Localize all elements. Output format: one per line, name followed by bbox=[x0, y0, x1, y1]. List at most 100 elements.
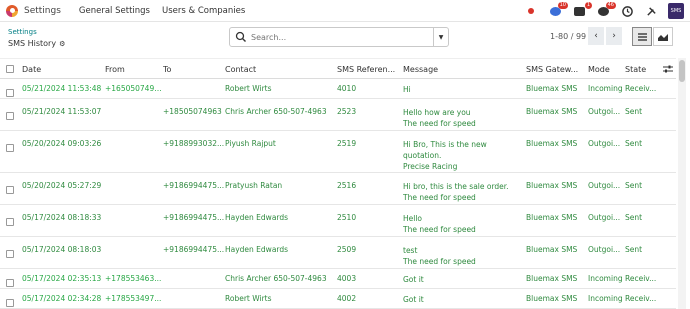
column-sms-gateway[interactable]: SMS Gatew... bbox=[526, 58, 588, 79]
cell-date: 05/21/2024 11:53:07 bbox=[22, 107, 102, 116]
chat-icon[interactable]: 46 bbox=[596, 2, 616, 18]
cell-mode: Incoming bbox=[588, 84, 623, 93]
message-line: test bbox=[403, 246, 418, 255]
cell-date: 05/21/2024 11:53:48 bbox=[22, 84, 102, 93]
clock-icon[interactable] bbox=[620, 4, 634, 18]
message-signature: The need for speed bbox=[403, 193, 476, 202]
cell-state: Receiv... bbox=[625, 274, 657, 283]
cell-message: Hi Bro, This is the new quotation. Precis… bbox=[403, 131, 526, 173]
cell-mode: Outgoi... bbox=[588, 213, 621, 222]
cell-message: Got it bbox=[403, 289, 526, 309]
search-dropdown-toggle[interactable]: ▼ bbox=[433, 28, 448, 46]
cell-from bbox=[105, 131, 163, 173]
breadcrumb-parent[interactable]: Settings bbox=[8, 28, 37, 36]
column-mode[interactable]: Mode bbox=[588, 58, 625, 79]
row-checkbox[interactable] bbox=[6, 299, 14, 307]
sms-badge: 10 bbox=[557, 2, 568, 9]
status-dot-icon[interactable] bbox=[524, 4, 538, 18]
sms-icon[interactable]: 10 bbox=[548, 2, 568, 18]
message-signature: The need for speed bbox=[403, 225, 476, 234]
cell-sms-gateway: Bluemax SMS bbox=[526, 107, 578, 116]
gear-icon[interactable]: ⚙ bbox=[59, 40, 65, 48]
message-signature: Precise Racing bbox=[403, 162, 458, 171]
inbox-icon[interactable]: 1 bbox=[572, 2, 592, 18]
cell-from bbox=[105, 99, 163, 131]
cell-contact: Hayden Edwards bbox=[225, 245, 289, 254]
tools-icon[interactable] bbox=[644, 4, 658, 18]
row-checkbox[interactable] bbox=[6, 186, 14, 194]
row-checkbox[interactable] bbox=[6, 144, 14, 152]
column-from[interactable]: From bbox=[105, 58, 163, 79]
cell-sms-reference: 2523 bbox=[337, 107, 357, 116]
column-state[interactable]: State bbox=[625, 58, 663, 79]
cell-date: 05/20/2024 09:03:26 bbox=[22, 139, 102, 148]
cell-state: Sent bbox=[625, 213, 643, 222]
row-checkbox[interactable] bbox=[6, 279, 14, 287]
table-row[interactable]: 05/17/2024 08:18:33 +9186994475... Hayde… bbox=[0, 205, 676, 237]
chevron-right-icon: › bbox=[612, 31, 616, 41]
avatar[interactable]: SMS bbox=[668, 3, 684, 19]
cell-sms-reference: 4003 bbox=[337, 274, 357, 283]
area-chart-icon bbox=[658, 33, 668, 41]
select-all-checkbox[interactable] bbox=[6, 65, 14, 73]
cell-contact: Robert Wirts bbox=[225, 84, 272, 93]
column-to[interactable]: To bbox=[163, 58, 225, 79]
table-row[interactable]: 05/20/2024 09:03:26 +9188993032... Piyus… bbox=[0, 131, 676, 173]
column-contact[interactable]: Contact bbox=[225, 58, 337, 79]
cell-state: Sent bbox=[625, 181, 643, 190]
vertical-scrollbar[interactable] bbox=[678, 58, 686, 309]
cell-sms-gateway: Bluemax SMS bbox=[526, 294, 578, 303]
cell-message: Hi bbox=[403, 79, 526, 99]
topnav-general-settings[interactable]: General Settings bbox=[79, 6, 150, 16]
cell-message: Hello The need for speed bbox=[403, 205, 526, 237]
cell-to: +18505074963 bbox=[163, 107, 222, 116]
table-row[interactable]: 05/20/2024 05:27:29 +9186994475... Praty… bbox=[0, 173, 676, 205]
pager-next-button[interactable]: › bbox=[606, 27, 622, 45]
table-header: Date From To Contact SMS Referen... Mess… bbox=[0, 58, 676, 79]
cell-contact: Piyush Rajput bbox=[225, 139, 276, 148]
column-message[interactable]: Message bbox=[403, 58, 526, 79]
table-row[interactable]: 05/21/2024 11:53:48 +16505074963 Robert … bbox=[0, 79, 676, 99]
search-input[interactable] bbox=[251, 32, 431, 42]
pager-previous-button[interactable]: ‹ bbox=[588, 27, 604, 45]
message-line: Hi Bro, This is the new quotation. bbox=[403, 140, 487, 160]
cell-contact: Hayden Edwards bbox=[225, 213, 289, 222]
cell-mode: Incoming bbox=[588, 294, 623, 303]
message-signature: The need for speed bbox=[403, 257, 476, 266]
caret-down-icon: ▼ bbox=[438, 33, 444, 41]
optional-columns-toggle[interactable] bbox=[663, 58, 676, 79]
scrollbar-thumb[interactable] bbox=[679, 60, 685, 82]
cell-mode: Outgoi... bbox=[588, 245, 621, 254]
row-checkbox[interactable] bbox=[6, 218, 14, 226]
list-view-button[interactable] bbox=[632, 27, 652, 46]
column-sms-reference[interactable]: SMS Referen... bbox=[337, 58, 403, 79]
table-row[interactable]: 05/17/2024 02:35:13 +178553463... Chris … bbox=[0, 269, 676, 289]
cell-message: test The need for speed bbox=[403, 237, 526, 269]
graph-view-button[interactable] bbox=[653, 27, 673, 46]
cell-sms-gateway: Bluemax SMS bbox=[526, 213, 578, 222]
pager-value[interactable]: 1-80 / 99 bbox=[550, 32, 586, 41]
cell-message: Got it bbox=[403, 269, 526, 289]
row-checkbox[interactable] bbox=[6, 250, 14, 258]
message-line: Got it bbox=[403, 275, 424, 284]
row-checkbox[interactable] bbox=[6, 112, 14, 120]
cell-mode: Incoming bbox=[588, 274, 623, 283]
table-row[interactable]: 05/17/2024 02:34:28 +178553497... Robert… bbox=[0, 289, 676, 309]
table-row[interactable]: 05/21/2024 11:53:07 +18505074963 Chris A… bbox=[0, 99, 676, 131]
cell-state: Sent bbox=[625, 107, 643, 116]
column-date[interactable]: Date bbox=[22, 58, 105, 79]
row-checkbox[interactable] bbox=[6, 89, 14, 97]
message-line: Hi bbox=[403, 85, 411, 94]
cell-to bbox=[163, 269, 225, 289]
app-title[interactable]: Settings bbox=[24, 6, 61, 16]
cell-date: 05/17/2024 08:18:03 bbox=[22, 245, 102, 254]
topnav-users-companies[interactable]: Users & Companies bbox=[162, 6, 245, 16]
cell-mode: Outgoi... bbox=[588, 107, 621, 116]
table-row[interactable]: 05/17/2024 08:18:03 +9186994475... Hayde… bbox=[0, 237, 676, 269]
chat-badge: 46 bbox=[605, 2, 616, 9]
app-logo-icon[interactable] bbox=[6, 4, 18, 17]
cell-sms-gateway: Bluemax SMS bbox=[526, 84, 578, 93]
control-panel: Settings SMS History⚙ ▼ 1-80 / 99 ‹ › bbox=[0, 22, 690, 58]
cell-contact: Chris Archer 650-507-4963 bbox=[225, 274, 327, 283]
breadcrumb-current: SMS History bbox=[8, 39, 57, 48]
